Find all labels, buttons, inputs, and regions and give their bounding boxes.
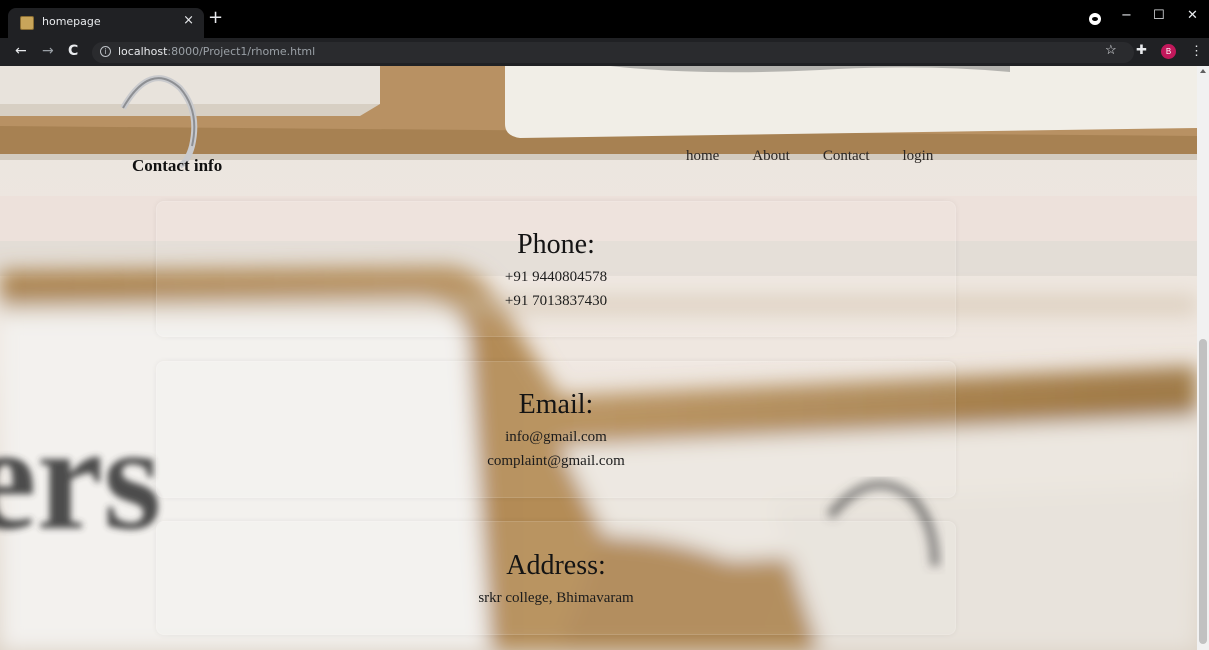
tab-strip: homepage × + − ☐ ✕ [0, 0, 1209, 38]
address-card: Address: srkr college, Bhimavaram [156, 521, 956, 635]
email-line-1: info@gmail.com [505, 429, 607, 445]
close-window-button[interactable]: ✕ [1187, 8, 1198, 23]
scroll-up-icon[interactable] [1200, 69, 1206, 73]
tab-search-icon[interactable] [1089, 13, 1101, 25]
address-bar[interactable]: i localhost:8000/Project1/rhome.html [92, 42, 1134, 63]
profile-avatar[interactable]: B [1161, 44, 1176, 59]
tab-close-icon[interactable]: × [183, 14, 194, 28]
url-text: localhost:8000/Project1/rhome.html [118, 45, 315, 58]
minimize-button[interactable]: − [1121, 8, 1132, 23]
email-title: Email: [518, 389, 594, 420]
background-letters: ers [0, 395, 162, 561]
address-title: Address: [506, 550, 606, 581]
tab-title: homepage [42, 15, 101, 28]
browser-tab[interactable]: homepage × [8, 8, 204, 38]
url-path: :8000/Project1/rhome.html [167, 45, 316, 58]
email-line-2: complaint@gmail.com [487, 453, 625, 469]
address-line-1: srkr college, Bhimavaram [478, 590, 634, 606]
phone-line-1: +91 9440804578 [504, 269, 608, 285]
bookmark-star-icon[interactable]: ☆ [1105, 43, 1117, 57]
info-icon[interactable]: i [100, 46, 111, 57]
browser-menu-icon[interactable]: ⋮ [1190, 43, 1203, 59]
nav-link-about[interactable]: About [752, 148, 790, 165]
phone-card: Phone: +91 9440804578 +91 7013837430 [156, 201, 956, 337]
scroll-thumb[interactable] [1199, 339, 1207, 644]
forward-button[interactable]: → [42, 43, 54, 59]
scrollbar[interactable] [1197, 66, 1209, 650]
page-viewport: ers Contact info home About Contact logi… [0, 66, 1209, 650]
favicon-icon [20, 16, 34, 30]
phone-line-2: +91 7013837430 [504, 293, 608, 309]
main-nav: home About Contact login [686, 148, 933, 165]
url-host: localhost [118, 45, 168, 58]
page-title: Contact info [132, 156, 223, 175]
browser-toolbar: ← → C i localhost:8000/Project1/rhome.ht… [0, 38, 1209, 66]
email-card: Email: info@gmail.com complaint@gmail.co… [156, 361, 956, 498]
phone-title: Phone: [517, 229, 595, 260]
new-tab-button[interactable]: + [208, 9, 223, 27]
extensions-icon[interactable]: ✚ [1136, 43, 1147, 57]
maximize-button[interactable]: ☐ [1153, 8, 1165, 23]
reload-button[interactable]: C [68, 43, 78, 59]
nav-link-home[interactable]: home [686, 148, 719, 165]
nav-link-contact[interactable]: Contact [823, 148, 870, 165]
nav-link-login[interactable]: login [902, 148, 933, 165]
back-button[interactable]: ← [15, 43, 27, 59]
